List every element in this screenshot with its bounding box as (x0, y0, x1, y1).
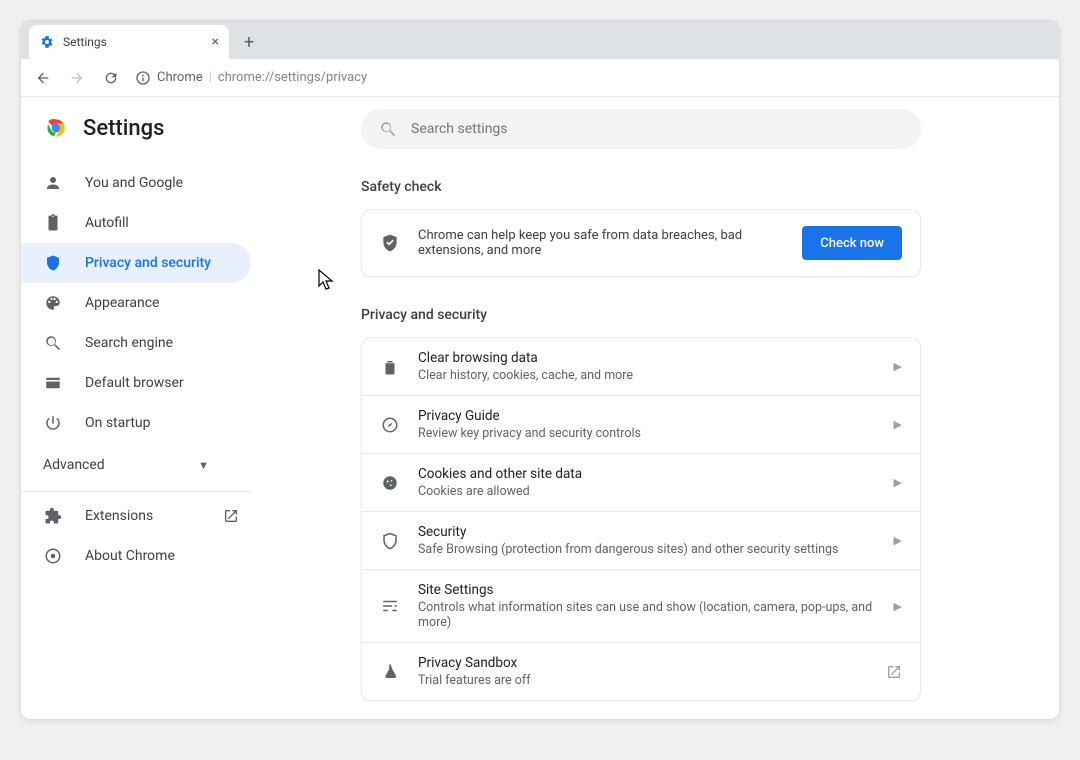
row-subtitle: Controls what information sites can use … (418, 600, 876, 630)
clipboard-icon (43, 213, 63, 233)
check-now-button[interactable]: Check now (802, 226, 902, 260)
privacy-list-card: Clear browsing data Clear history, cooki… (361, 337, 921, 701)
chevron-right-icon: ▶ (894, 476, 902, 489)
row-title: Security (418, 524, 876, 540)
external-link-icon (223, 508, 239, 524)
sidebar-item-label: About Chrome (85, 548, 175, 564)
row-clear-browsing-data[interactable]: Clear browsing data Clear history, cooki… (362, 338, 920, 395)
row-privacy-sandbox[interactable]: Privacy Sandbox Trial features are off (362, 642, 920, 700)
page-title: Settings (83, 116, 164, 141)
omnibox-url: chrome://settings/privacy (218, 70, 367, 85)
sidebar-item-label: You and Google (85, 175, 183, 191)
toolbar: Chrome | chrome://settings/privacy (21, 59, 1059, 97)
main-column: Safety check Chrome can help keep you sa… (361, 97, 1059, 719)
shield-icon (380, 532, 400, 550)
site-info-icon[interactable] (135, 70, 151, 86)
privacy-security-label: Privacy and security (361, 307, 999, 323)
row-title: Privacy Sandbox (418, 655, 868, 671)
safety-text: Chrome can help keep you safe from data … (418, 228, 784, 258)
sidebar-item-about-chrome[interactable]: About Chrome (21, 536, 251, 576)
sidebar-item-autofill[interactable]: Autofill (21, 203, 251, 243)
chevron-down-icon: ▼ (198, 459, 209, 472)
extension-icon (43, 506, 63, 526)
external-link-icon (886, 664, 902, 680)
sidebar-divider (21, 491, 251, 492)
person-icon (43, 173, 63, 193)
gear-icon (39, 34, 55, 50)
forward-button[interactable] (63, 64, 91, 92)
tabstrip: Settings × + (21, 21, 1059, 59)
sidebar-item-label: Default browser (85, 375, 184, 391)
trash-icon (380, 358, 400, 376)
search-settings[interactable] (361, 109, 921, 149)
close-icon[interactable]: × (212, 34, 219, 50)
sidebar-item-label: Appearance (85, 295, 159, 311)
reload-button[interactable] (97, 64, 125, 92)
chevron-right-icon: ▶ (894, 418, 902, 431)
row-title: Cookies and other site data (418, 466, 876, 482)
row-title: Privacy Guide (418, 408, 876, 424)
advanced-label: Advanced (43, 457, 105, 473)
row-subtitle: Safe Browsing (protection from dangerous… (418, 542, 876, 557)
row-security[interactable]: Security Safe Browsing (protection from … (362, 511, 920, 569)
shield-icon (43, 253, 63, 273)
search-icon (43, 333, 63, 353)
row-site-settings[interactable]: Site Settings Controls what information … (362, 569, 920, 642)
browser-icon (43, 373, 63, 393)
shield-check-icon (380, 233, 400, 253)
sidebar-item-label: Autofill (85, 215, 129, 231)
sidebar-item-appearance[interactable]: Appearance (21, 283, 251, 323)
palette-icon (43, 293, 63, 313)
safety-check-card: Chrome can help keep you safe from data … (361, 209, 921, 277)
tab-title: Settings (63, 35, 107, 49)
search-input[interactable] (411, 121, 903, 137)
flask-icon (380, 663, 400, 681)
omnibox-separator: | (209, 70, 212, 85)
power-icon (43, 413, 63, 433)
sidebar-item-search-engine[interactable]: Search engine (21, 323, 251, 363)
sidebar-item-label: Search engine (85, 335, 173, 351)
sidebar-item-you-and-google[interactable]: You and Google (21, 163, 251, 203)
search-icon (379, 120, 397, 138)
page-header: Settings (21, 109, 361, 157)
nav-list: You and Google Autofill Privacy and secu… (21, 163, 361, 443)
chrome-logo-icon (43, 115, 69, 141)
cookie-icon (380, 474, 400, 492)
tab-settings[interactable]: Settings × (29, 25, 229, 59)
row-cookies[interactable]: Cookies and other site data Cookies are … (362, 453, 920, 511)
chrome-outline-icon (43, 546, 63, 566)
new-tab-button[interactable]: + (235, 28, 263, 56)
sidebar-item-label: Privacy and security (85, 255, 211, 271)
chevron-right-icon: ▶ (894, 600, 902, 613)
omnibox-site-label: Chrome (157, 70, 203, 85)
sidebar-item-extensions[interactable]: Extensions (21, 496, 251, 536)
chevron-right-icon: ▶ (894, 360, 902, 373)
row-subtitle: Trial features are off (418, 673, 868, 688)
sidebar-item-privacy-and-security[interactable]: Privacy and security (21, 243, 251, 283)
compass-icon (380, 416, 400, 434)
row-privacy-guide[interactable]: Privacy Guide Review key privacy and sec… (362, 395, 920, 453)
sidebar-item-label: Extensions (85, 508, 153, 524)
sidebar-item-label: On startup (85, 415, 151, 431)
chevron-right-icon: ▶ (894, 534, 902, 547)
content-area: Settings You and Google Autofill Privacy… (21, 97, 1059, 719)
sidebar: Settings You and Google Autofill Privacy… (21, 97, 361, 719)
row-subtitle: Cookies are allowed (418, 484, 876, 499)
browser-window: Settings × + Chrome | chrome://settings/… (20, 20, 1060, 720)
safety-check-label: Safety check (361, 179, 999, 195)
sidebar-item-on-startup[interactable]: On startup (21, 403, 251, 443)
row-title: Clear browsing data (418, 350, 876, 366)
row-subtitle: Review key privacy and security controls (418, 426, 876, 441)
back-button[interactable] (29, 64, 57, 92)
tune-icon (380, 597, 400, 615)
address-bar[interactable]: Chrome | chrome://settings/privacy (135, 64, 367, 92)
row-subtitle: Clear history, cookies, cache, and more (418, 368, 876, 383)
sidebar-advanced-toggle[interactable]: Advanced ▼ (21, 443, 231, 487)
row-title: Site Settings (418, 582, 876, 598)
sidebar-item-default-browser[interactable]: Default browser (21, 363, 251, 403)
